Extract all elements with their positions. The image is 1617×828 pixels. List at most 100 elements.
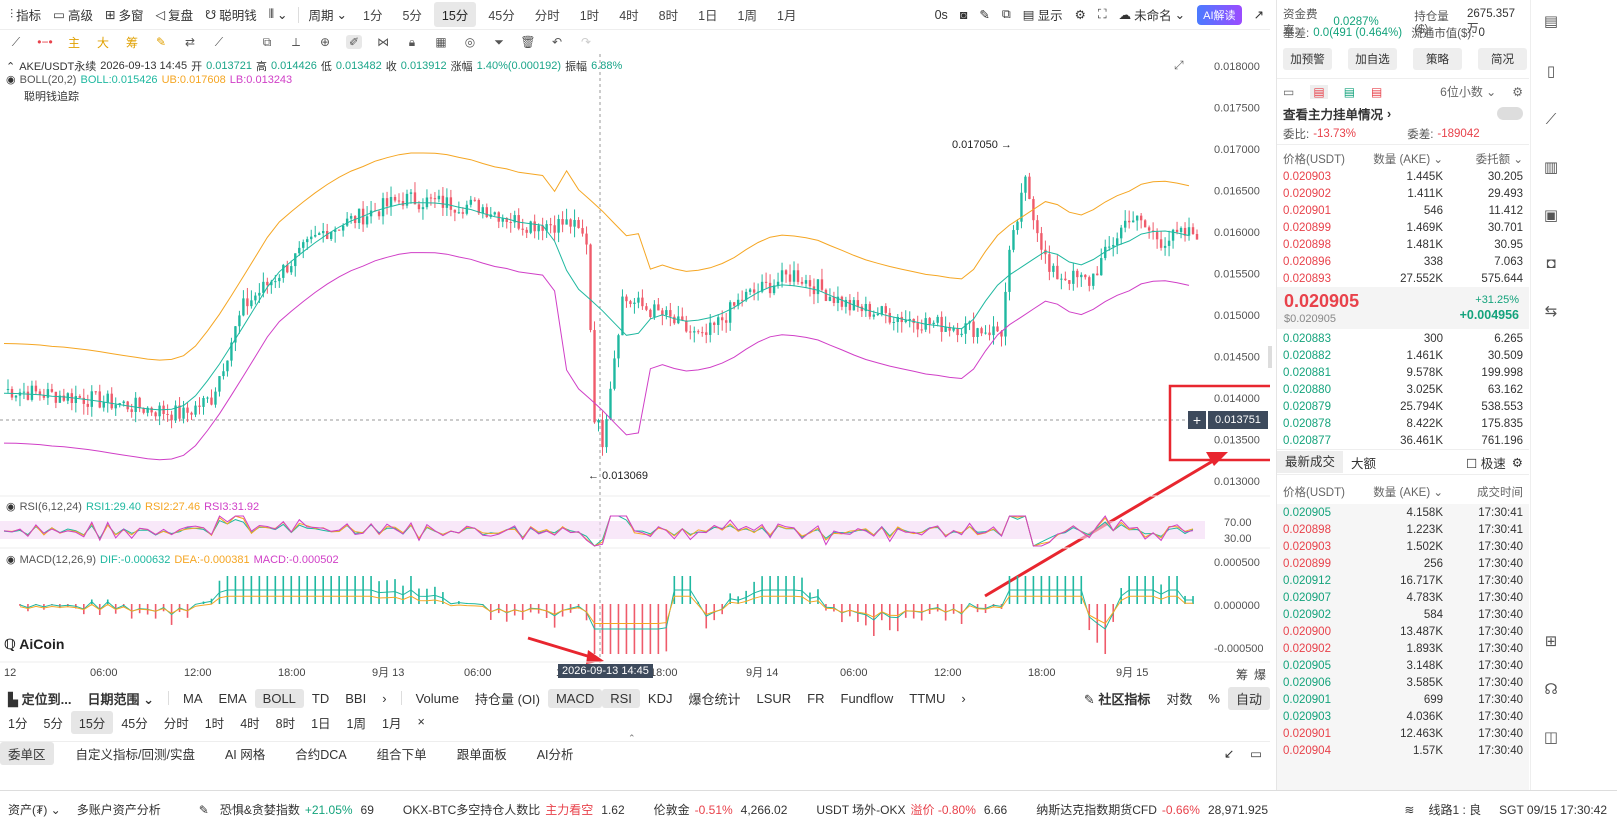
indicators-button[interactable]: ⫶ 指标 — [4, 0, 47, 29]
panel-button[interactable]: 加预警 — [1283, 48, 1332, 70]
chat-icon[interactable]: ◫ — [1540, 726, 1562, 748]
orderbook-row[interactable]: 0.020896 338 7.063 — [1277, 253, 1529, 270]
document-icon[interactable]: ▤ — [1540, 10, 1562, 32]
advanced-button[interactable]: ▭ 高级 — [47, 0, 99, 29]
undo-icon[interactable]: ↶ — [549, 35, 565, 49]
auto-scale-button[interactable]: 自动 — [1227, 686, 1270, 710]
replay-button[interactable]: ◁ 复盘 — [149, 0, 199, 29]
indicator-tab[interactable]: RSI — [602, 688, 640, 708]
more-indicators-button[interactable]: › — [953, 689, 973, 708]
orderbook-row[interactable]: 0.020902 1.411K 29.493 — [1277, 185, 1529, 202]
community-indicators-button[interactable]: ✎ 社区指标 — [1076, 687, 1159, 710]
orderbook-row[interactable]: 0.020899 1.469K 30.701 — [1277, 219, 1529, 236]
orderbook-row[interactable]: 0.020878 8.422K 175.835 — [1277, 415, 1529, 432]
orderbook-row[interactable]: 0.020880 3.025K 63.162 — [1277, 381, 1529, 398]
period-tab[interactable]: 5分 — [394, 2, 429, 27]
sync-icon[interactable]: ⇄ — [182, 35, 198, 49]
indicator-tab[interactable]: EMA — [211, 689, 255, 708]
orderbook-row[interactable]: 0.020877 36.461K 761.196 — [1277, 432, 1529, 449]
period-tab[interactable]: 45分 — [480, 2, 522, 27]
big-trades-tab[interactable]: 大额 — [1343, 453, 1384, 472]
bottom-period-tab[interactable]: 45分 — [113, 711, 155, 734]
window-icon[interactable]: ▭ — [1242, 744, 1270, 763]
orderbook-row[interactable]: 0.020893 27.552K 575.644 — [1277, 270, 1529, 287]
zoom-in-icon[interactable]: ⊕ — [317, 35, 333, 49]
smart-money-button[interactable]: ☋ 聪明钱 — [199, 0, 263, 29]
main-orders-toggle[interactable] — [1497, 107, 1523, 120]
edit-icon[interactable]: ✎ — [153, 35, 169, 49]
indicator-tab[interactable]: BOLL — [254, 688, 304, 708]
redo-icon[interactable]: ↷ — [578, 35, 594, 49]
assets-dropdown[interactable]: 资产(₮) ⌄ — [0, 801, 69, 818]
latest-trades-tab[interactable]: 最新成交 — [1277, 451, 1344, 473]
trade-tab[interactable]: AI分析 — [529, 742, 582, 765]
copy-icon[interactable]: ⧉ — [259, 35, 275, 50]
gold-label[interactable]: 伦敦金 — [649, 801, 695, 818]
apps-icon[interactable]: ⊞ — [1540, 630, 1562, 652]
orderbook-row[interactable]: 0.020903 1.445K 30.205 — [1277, 168, 1529, 185]
panel-button[interactable]: 策略 — [1413, 48, 1462, 70]
bottom-period-tab[interactable]: 5分 — [35, 711, 70, 734]
robot-icon[interactable]: ◘ — [1540, 252, 1562, 274]
chart-area[interactable]: 0.018000 0.017500 0.017000 0.016500 0.016000… — [0, 54, 1272, 686]
eye-icon[interactable]: ◉ — [6, 553, 16, 566]
both-sides-icon[interactable]: ▤ — [1310, 84, 1328, 99]
note-icon[interactable]: ▦ — [433, 35, 449, 49]
headset-icon[interactable]: ☊ — [1540, 678, 1562, 700]
trade-tab[interactable]: 委单区 — [0, 742, 54, 765]
filter-icon[interactable]: ⏷ — [491, 35, 507, 50]
period-tab[interactable]: 1时 — [572, 2, 607, 27]
eye-icon[interactable]: ◉ — [6, 500, 16, 513]
trade-tab[interactable]: 组合下单 — [369, 742, 435, 765]
period-tab[interactable]: 8时 — [651, 2, 686, 27]
collapse-icon[interactable]: ↙ — [1216, 744, 1242, 763]
indicator-tab[interactable]: TTMU — [901, 689, 953, 708]
fast-checkbox[interactable]: ☐ 极速 — [1460, 453, 1512, 472]
indicator-tab[interactable]: Volume — [408, 689, 467, 708]
indicator-tab[interactable]: MACD — [547, 688, 603, 708]
period-tab[interactable]: 分时 — [527, 2, 568, 27]
trade-qty-dropdown[interactable]: 数量 (AKE) ⌄ — [1369, 484, 1443, 500]
price-chart-svg[interactable]: 0.018000 0.017500 0.017000 0.016500 0.016000… — [0, 54, 1270, 686]
period-tab[interactable]: 1日 — [690, 2, 725, 27]
chip-button[interactable]: 筹 — [124, 34, 140, 51]
date-range-dropdown[interactable]: 日期范围 ⌄ — [79, 687, 162, 710]
period-tab[interactable]: 1月 — [769, 2, 804, 27]
orderbook-row[interactable]: 0.020882 1.461K 30.509 — [1277, 347, 1529, 364]
swap-icon[interactable]: ⇆ — [1540, 300, 1562, 322]
decimals-dropdown[interactable]: 6位小数 ⌄ — [1440, 83, 1496, 100]
orderbook-row[interactable]: 0.020881 9.578K 199.998 — [1277, 364, 1529, 381]
external-link-icon[interactable]: ↗ — [1248, 0, 1270, 29]
phone-icon[interactable]: ▯ — [1540, 60, 1562, 82]
panel-button[interactable]: 简况 — [1478, 48, 1527, 70]
multi-window-button[interactable]: ⊞ 多窗 — [99, 0, 150, 29]
main-orders-link[interactable]: 查看主力挂单情况 › — [1283, 104, 1523, 123]
indicator-tab[interactable]: KDJ — [640, 689, 681, 708]
indicator-tab[interactable]: 持仓量 (OI) — [467, 687, 548, 710]
orderbook-row[interactable]: 0.020901 546 11.412 — [1277, 202, 1529, 219]
settings-gear-icon[interactable]: ⚙ — [1512, 85, 1523, 99]
trade-tab[interactable]: 自定义指标/回测/实盘 — [68, 742, 203, 765]
main-force-button[interactable]: 主 — [66, 34, 82, 51]
chip-label[interactable]: 筹 — [1236, 666, 1248, 683]
indicator-tab[interactable]: TD — [304, 689, 337, 708]
period-tab[interactable]: 4时 — [611, 2, 646, 27]
amount-dropdown[interactable]: 委托额 ⌄ — [1443, 151, 1523, 167]
bottom-period-tab[interactable]: 15分 — [70, 710, 114, 734]
bottom-period-tab[interactable]: 4时 — [232, 711, 267, 734]
fullscreen-icon[interactable]: ⛶ — [1092, 0, 1113, 29]
line-status[interactable]: 线路1 : 良 — [1420, 801, 1489, 818]
layout-dropdown[interactable]: ☁ 未命名 ⌄ — [1113, 0, 1192, 29]
chart-type-button[interactable]: ⫴ ⌄ — [263, 0, 294, 29]
indicator-tab[interactable]: 爆仓统计 — [680, 687, 748, 710]
bottom-period-tab[interactable]: 1周 — [339, 711, 374, 734]
dot-line-icon[interactable]: •−• — [37, 35, 53, 49]
indicator-tab[interactable]: BBI — [337, 689, 374, 708]
ruler-icon[interactable]: ⟂ — [288, 35, 304, 50]
period-tab[interactable]: 15分 — [433, 2, 477, 27]
settings-gear-icon[interactable]: ⚙ — [1512, 455, 1529, 470]
fear-greed-label[interactable]: 恐惧&贪婪指数 — [215, 801, 305, 818]
trash-icon[interactable]: 🗑︎ — [520, 35, 536, 49]
camera-icon[interactable]: ◙ — [954, 0, 974, 29]
trade-tab[interactable]: 跟单面板 — [449, 742, 515, 765]
